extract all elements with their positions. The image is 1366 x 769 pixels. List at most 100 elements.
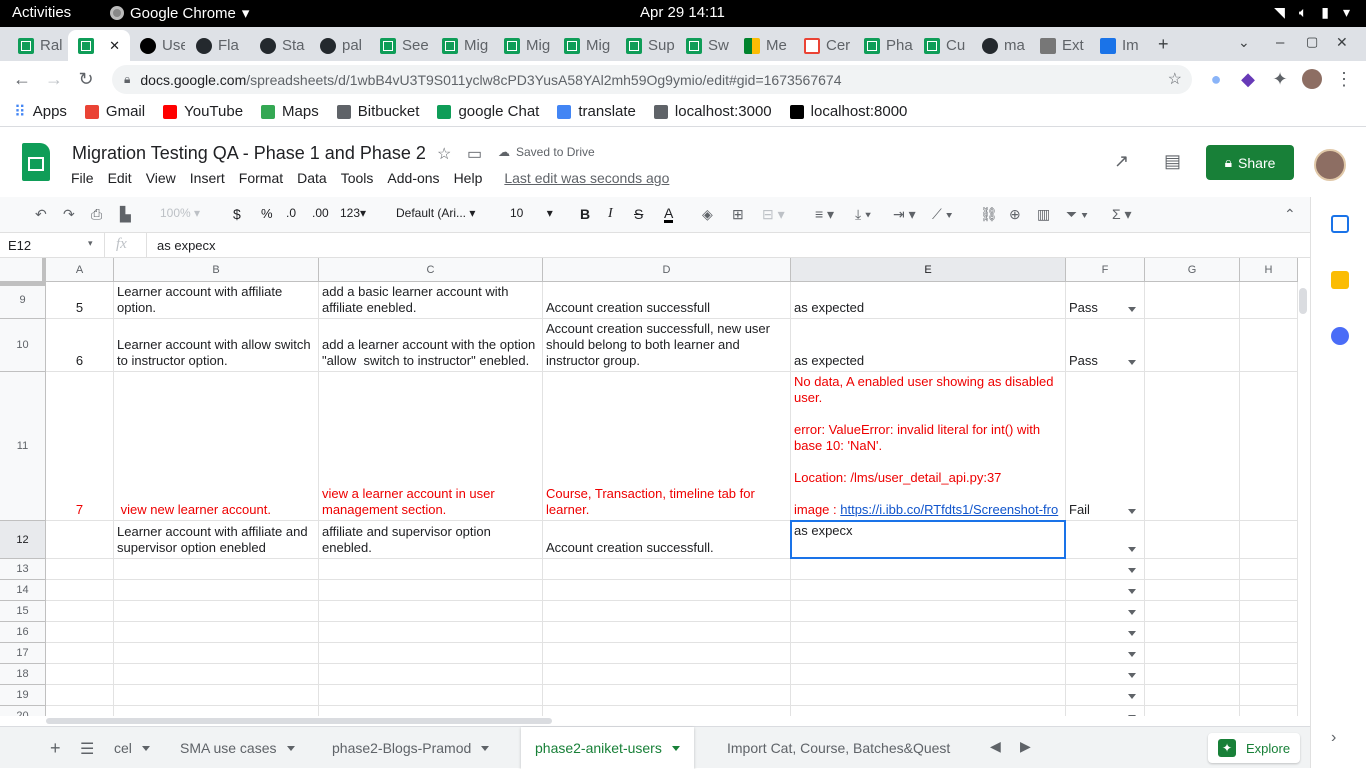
text-wrapping-icon[interactable]: ⇥ ▾ — [893, 206, 916, 223]
system-tray[interactable]: ◥ 🔈︎ ▮ ▾ — [1274, 4, 1350, 21]
browser-tab[interactable]: Mig — [432, 30, 492, 61]
address-bar[interactable]: 🔒︎ docs.google.com/spreadsheets/d/1wbB4v… — [112, 65, 1192, 94]
browser-tab[interactable]: Sup — [616, 30, 676, 61]
cell-f16[interactable] — [1066, 622, 1145, 643]
bookmark-item[interactable]: Gmail — [84, 103, 145, 120]
vertical-align-icon[interactable]: ⤓ ▾ — [855, 206, 871, 223]
calendar-icon[interactable] — [1331, 215, 1349, 233]
cell-g16[interactable] — [1145, 622, 1240, 643]
text-color-icon[interactable]: A — [664, 206, 674, 223]
italic-icon[interactable]: I — [608, 206, 613, 222]
filter-icon[interactable]: ⏷ ▾ — [1066, 206, 1088, 223]
menu-data[interactable]: Data — [297, 170, 327, 186]
cell-b14[interactable] — [114, 580, 319, 601]
browser-tab[interactable]: Pha — [854, 30, 914, 61]
menu-help[interactable]: Help — [454, 170, 483, 186]
cell-d9[interactable]: Account creation successfull — [543, 282, 791, 319]
collapse-toolbar-icon[interactable]: ⌃ — [1284, 206, 1296, 223]
cell-d12[interactable]: Account creation successfull. — [543, 521, 791, 559]
cell-h11[interactable] — [1240, 372, 1298, 521]
dropdown-arrow-icon[interactable] — [1128, 673, 1136, 678]
row-header[interactable]: 16 — [0, 622, 46, 643]
activities-button[interactable]: Activities — [12, 4, 71, 21]
browser-tab[interactable]: Mig — [494, 30, 554, 61]
row-header[interactable]: 10 — [0, 319, 46, 372]
cell-b9[interactable]: Learner account with affiliate option. — [114, 282, 319, 319]
browser-tab-active[interactable]: ✕ — [68, 30, 130, 61]
bookmark-item[interactable]: YouTube — [163, 103, 243, 120]
cell-g19[interactable] — [1145, 685, 1240, 706]
cell-g14[interactable] — [1145, 580, 1240, 601]
currency-button[interactable]: $ — [233, 206, 241, 222]
borders-icon[interactable]: ⊞ — [732, 206, 744, 223]
scrollbar-thumb[interactable] — [46, 718, 552, 724]
cell-a16[interactable] — [46, 622, 114, 643]
cell-g11[interactable] — [1145, 372, 1240, 521]
browser-tab[interactable]: Sw — [676, 30, 736, 61]
new-tab-icon[interactable]: + — [1158, 34, 1169, 55]
bookmark-item[interactable]: google Chat — [437, 103, 539, 120]
tasks-icon[interactable] — [1331, 327, 1349, 345]
chevron-down-icon[interactable] — [286, 745, 295, 751]
sheet-tab[interactable]: SMA use cases — [166, 727, 309, 769]
menu-addons[interactable]: Add-ons — [387, 170, 439, 186]
cell-c20[interactable] — [319, 706, 543, 716]
cell-g20[interactable] — [1145, 706, 1240, 716]
screenshot-link[interactable]: https://i.ibb.co/RTfdts1/Screenshot-fro — [840, 502, 1058, 517]
column-header-h[interactable]: H — [1240, 258, 1298, 282]
cell-e13[interactable] — [791, 559, 1066, 580]
insert-comment-icon[interactable]: ⊕ — [1009, 206, 1021, 223]
cell-g17[interactable] — [1145, 643, 1240, 664]
row-header[interactable]: 12 — [0, 521, 46, 559]
browser-tab[interactable]: See — [370, 30, 430, 61]
bold-icon[interactable]: B — [580, 206, 590, 222]
bookmark-item[interactable]: ⠿ Apps — [14, 102, 67, 122]
browser-tab[interactable]: Cer — [794, 30, 854, 61]
move-folder-icon[interactable]: ▭ — [467, 144, 482, 164]
all-sheets-icon[interactable]: ☰ — [80, 739, 94, 759]
reload-icon[interactable]: ↻ — [74, 67, 98, 91]
menu-edit[interactable]: Edit — [108, 170, 132, 186]
cell-d10[interactable]: Account creation successfull, new user s… — [543, 319, 791, 372]
cell-c13[interactable] — [319, 559, 543, 580]
clock[interactable]: Apr 29 14:11 — [640, 4, 725, 21]
dropdown-arrow-icon[interactable] — [1128, 360, 1136, 365]
save-status[interactable]: ☁ Saved to Drive — [498, 145, 595, 159]
cell-h14[interactable] — [1240, 580, 1298, 601]
sheet-tab[interactable]: cel — [100, 727, 164, 769]
cell-g12[interactable] — [1145, 521, 1240, 559]
column-header-g[interactable]: G — [1145, 258, 1240, 282]
merge-cells-icon[interactable]: ⊟ ▾ — [762, 206, 785, 223]
row-header[interactable]: 20 — [0, 706, 46, 716]
cell-c11[interactable]: view a learner account in user managemen… — [319, 372, 543, 521]
dropdown-arrow-icon[interactable] — [1128, 509, 1136, 514]
cell-b17[interactable] — [114, 643, 319, 664]
row-header[interactable]: 14 — [0, 580, 46, 601]
dropdown-arrow-icon[interactable] — [1128, 631, 1136, 636]
cell-e12[interactable]: as expecx — [791, 521, 1066, 559]
browser-tab[interactable]: Use — [130, 30, 185, 61]
cell-a14[interactable] — [46, 580, 114, 601]
strikethrough-icon[interactable]: S — [634, 206, 643, 222]
dropdown-arrow-icon[interactable] — [1128, 589, 1136, 594]
cell-a20[interactable] — [46, 706, 114, 716]
cell-b11[interactable]: view new learner account. — [114, 372, 319, 521]
dropdown-arrow-icon[interactable] — [1128, 610, 1136, 615]
browser-tab[interactable]: Ral — [8, 30, 65, 61]
cell-b19[interactable] — [114, 685, 319, 706]
row-header[interactable]: 19 — [0, 685, 46, 706]
horizontal-align-icon[interactable]: ≡ ▾ — [815, 206, 834, 223]
bookmark-item[interactable]: Bitbucket — [336, 103, 419, 120]
chevron-down-icon[interactable] — [671, 745, 680, 751]
cell-g13[interactable] — [1145, 559, 1240, 580]
cell-b16[interactable] — [114, 622, 319, 643]
sheet-tab[interactable]: phase2-Blogs-Pramod — [318, 727, 503, 769]
redo-icon[interactable]: ↷ — [63, 206, 75, 223]
star-icon[interactable]: ☆ — [437, 144, 451, 164]
scroll-tabs-right-icon[interactable]: ▶ — [1020, 738, 1031, 755]
cell-a12[interactable] — [46, 521, 114, 559]
cell-f13[interactable] — [1066, 559, 1145, 580]
cell-c16[interactable] — [319, 622, 543, 643]
browser-tab[interactable]: Cu — [914, 30, 974, 61]
tab-search-icon[interactable]: ⌄ — [1238, 34, 1250, 51]
